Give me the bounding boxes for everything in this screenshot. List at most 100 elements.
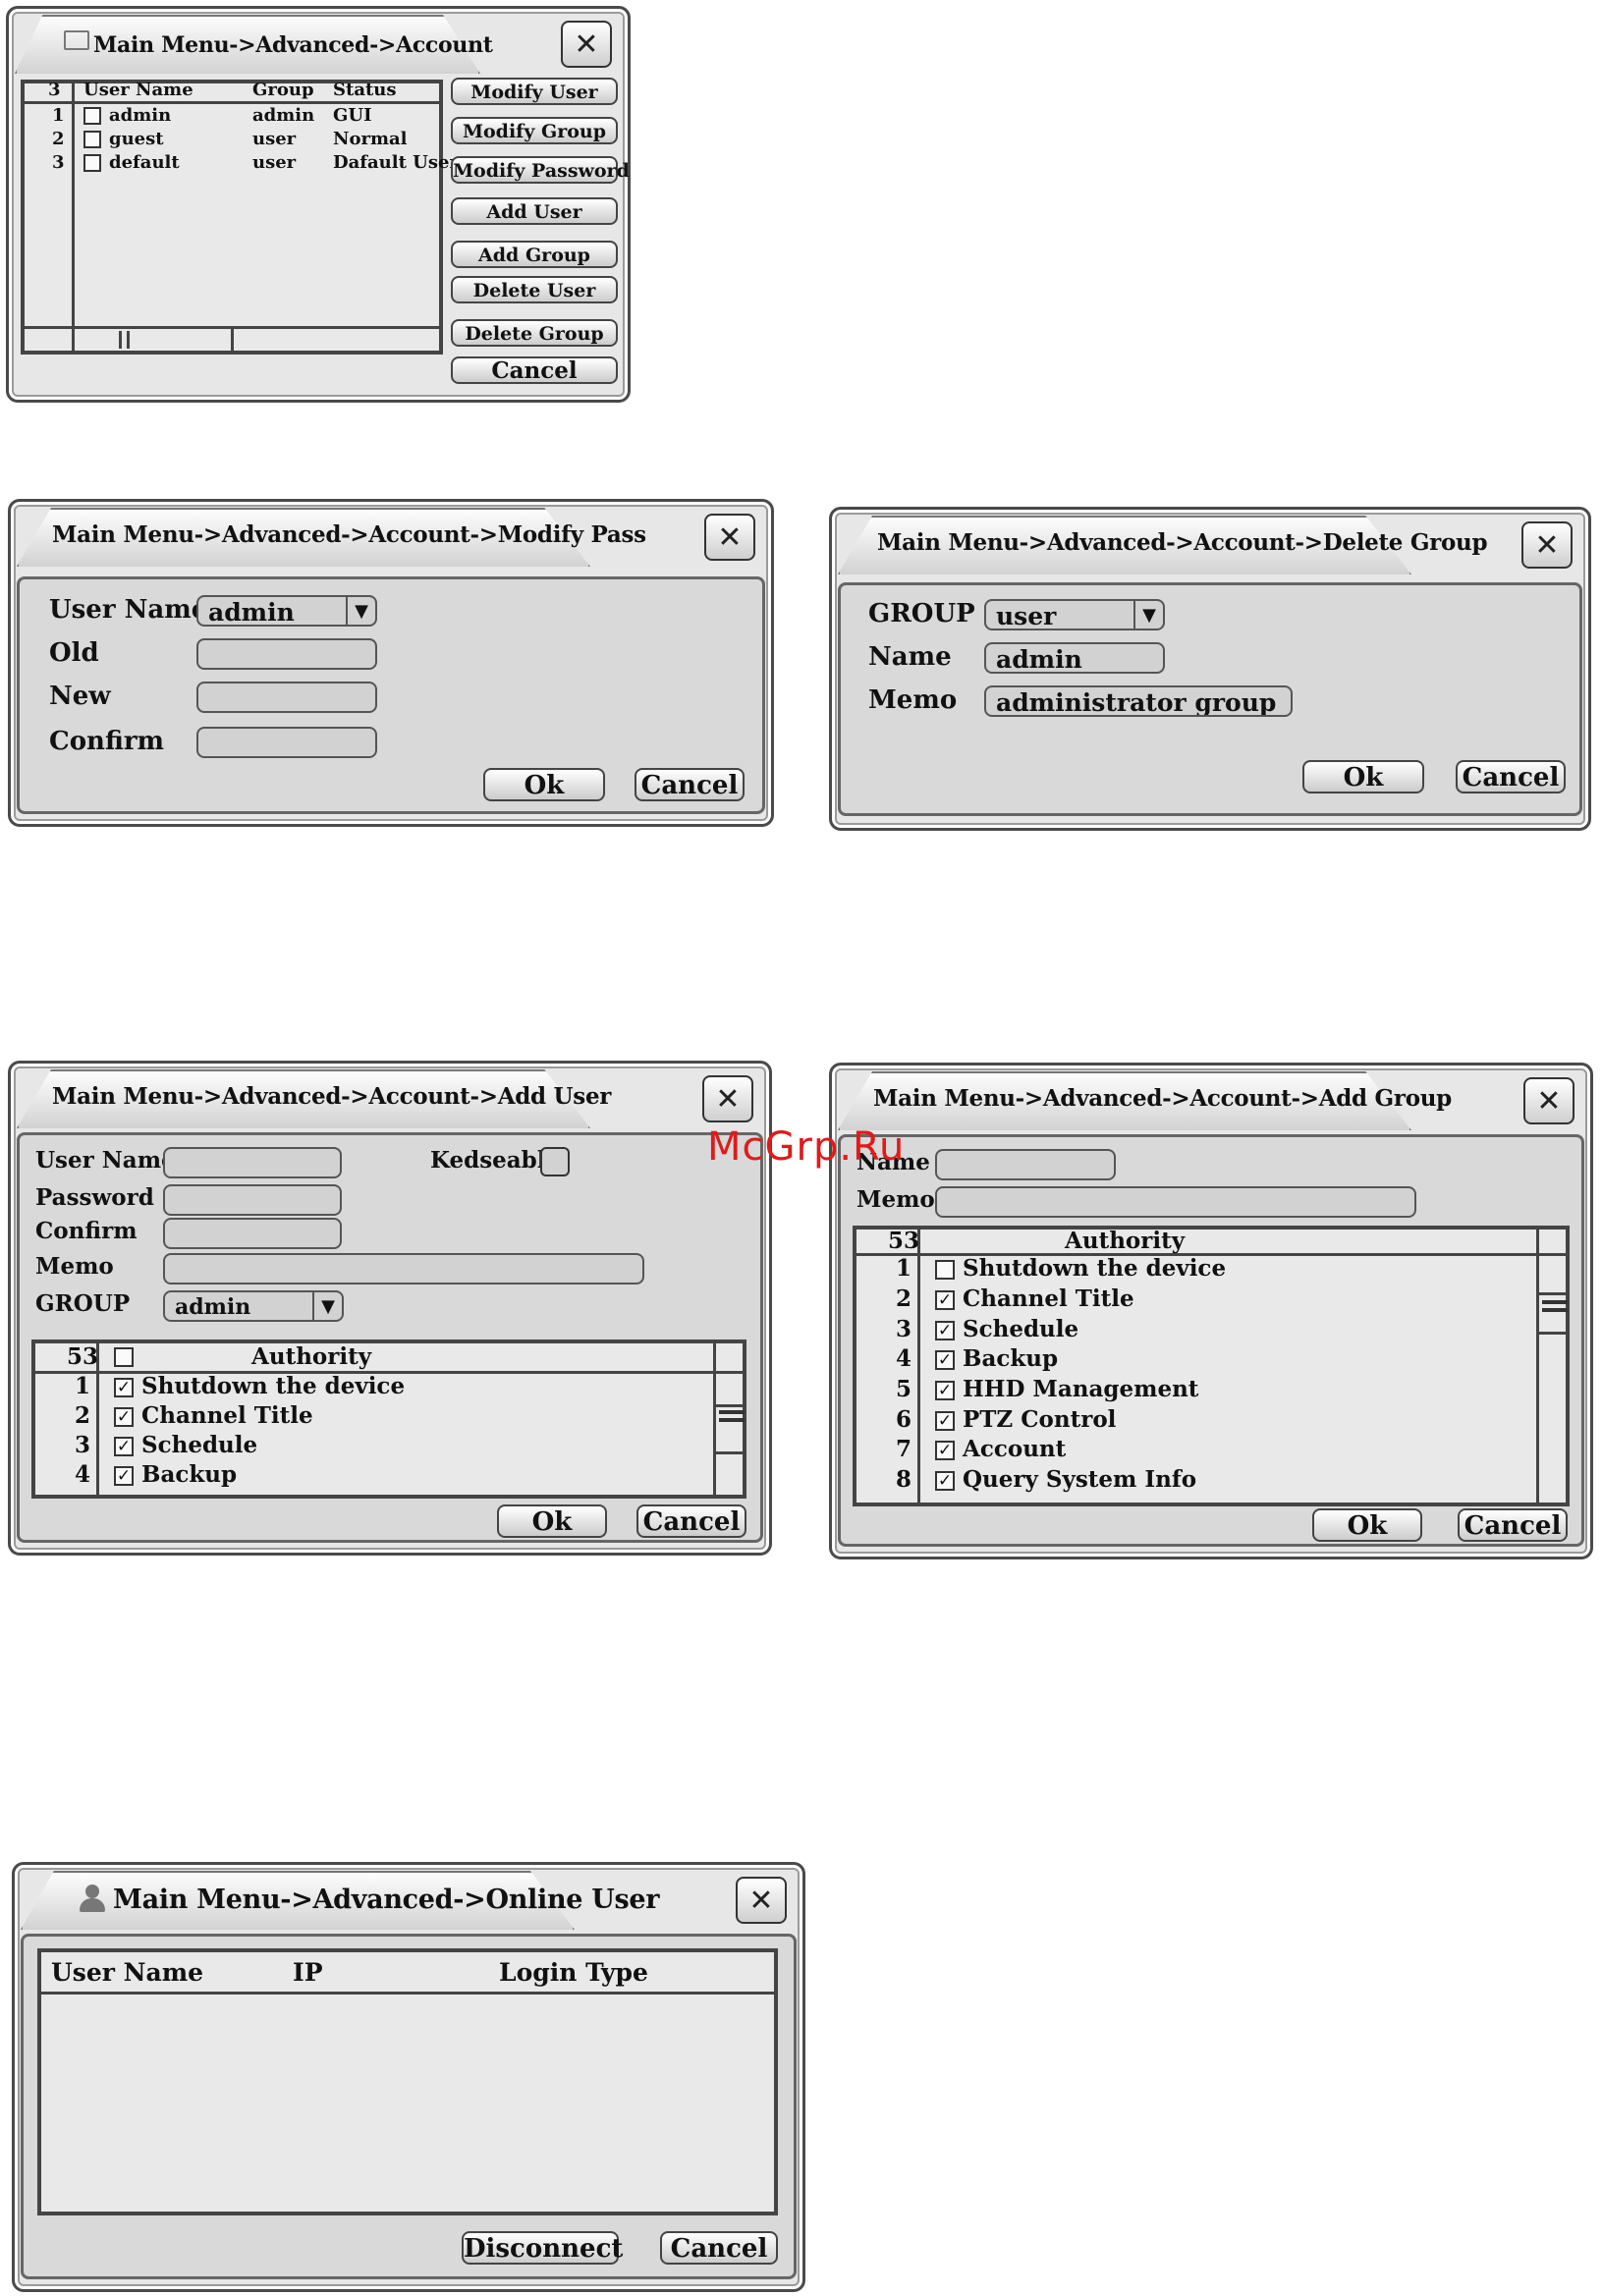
modify-password-button[interactable]: Modify Password <box>451 156 630 184</box>
cancel-button[interactable]: Cancel <box>660 2231 778 2265</box>
group-select[interactable]: admin ▼ <box>163 1290 344 1322</box>
confirm-password-field[interactable] <box>196 727 377 758</box>
confirm-field[interactable] <box>163 1218 342 1249</box>
row-num: 2 <box>52 129 65 149</box>
checkbox-icon[interactable]: ✓ <box>935 1441 955 1460</box>
user-name-label: User Name <box>35 1147 176 1174</box>
row-num: 2 <box>896 1285 912 1312</box>
title-bar: Main Menu->Advanced->Account->Add Group … <box>838 1071 1584 1130</box>
new-password-field[interactable] <box>196 682 377 713</box>
row-label: ✓ HHD Management <box>935 1376 1198 1402</box>
row-status: GUI <box>333 105 372 126</box>
window-title: Main Menu->Advanced->Account->Delete Gro… <box>877 529 1488 556</box>
checkbox-icon[interactable]: ✓ <box>935 1471 955 1491</box>
checkbox-icon[interactable]: ✓ <box>935 1411 955 1431</box>
confirm-label: Confirm <box>49 727 165 756</box>
modify-group-button[interactable]: Modify Group <box>451 117 618 144</box>
cancel-button[interactable]: Cancel <box>1456 760 1566 793</box>
checkbox-icon[interactable]: ✓ <box>935 1321 955 1340</box>
window-title: Main Menu->Advanced->Online User <box>113 1885 660 1915</box>
delete-user-button[interactable]: Delete User <box>451 276 618 303</box>
name-field[interactable] <box>935 1149 1116 1180</box>
modify-user-button[interactable]: Modify User <box>451 78 618 105</box>
cancel-button[interactable]: Cancel <box>1458 1508 1568 1542</box>
kedseable-checkbox[interactable] <box>540 1147 570 1176</box>
scroll-thumb[interactable] <box>719 1410 745 1414</box>
row-label: ✓ Backup <box>114 1461 237 1488</box>
watermark: McGrp.Ru <box>707 1124 906 1170</box>
row-label: ✓ Shutdown the device <box>114 1373 405 1399</box>
select-all-checkbox[interactable] <box>114 1347 134 1367</box>
memo-field[interactable] <box>163 1253 644 1285</box>
memo-label: Memo <box>35 1253 114 1280</box>
chevron-down-icon[interactable]: ▼ <box>312 1292 342 1320</box>
password-label: Password <box>35 1184 154 1211</box>
close-icon[interactable]: ✕ <box>702 1075 753 1122</box>
chevron-down-icon[interactable]: ▼ <box>1133 601 1163 629</box>
ok-button[interactable]: Ok <box>1312 1508 1422 1542</box>
row-group: user <box>252 152 297 173</box>
memo-label: Memo <box>856 1186 935 1213</box>
form-panel: Name Memo 53 Authority 1 Shutdown the de… <box>838 1134 1584 1547</box>
cancel-button[interactable]: Cancel <box>636 1504 746 1538</box>
online-user-window: Main Menu->Advanced->Online User ✕ User … <box>12 1862 805 2292</box>
add-user-button[interactable]: Add User <box>451 197 618 225</box>
row-count: 53 <box>67 1343 99 1370</box>
row-label: Shutdown the device <box>935 1255 1226 1282</box>
row-user: guest <box>83 129 164 149</box>
authority-table: 53 Authority 1 ✓ Shutdown the device 2 ✓ C… <box>31 1339 746 1499</box>
user-icon <box>78 1885 107 1914</box>
old-password-field[interactable] <box>196 638 377 670</box>
row-status: Dafault User <box>333 152 459 173</box>
row-count: 3 <box>48 80 61 100</box>
user-name-select[interactable]: admin ▼ <box>196 595 377 627</box>
row-user: admin <box>83 105 171 126</box>
name-label: Name <box>868 642 952 672</box>
row-group: user <box>252 129 297 149</box>
form-panel: User Name Kedseable Password Confirm Mem… <box>17 1132 763 1543</box>
checkbox-icon[interactable]: ✓ <box>114 1378 134 1397</box>
group-select[interactable]: user ▼ <box>984 599 1165 630</box>
row-num: 5 <box>896 1376 912 1402</box>
checkbox-icon[interactable]: ✓ <box>935 1350 955 1370</box>
close-icon[interactable]: ✕ <box>704 514 755 561</box>
user-name-field[interactable] <box>163 1147 342 1178</box>
checkbox-icon[interactable]: ✓ <box>114 1437 134 1456</box>
name-field[interactable]: admin <box>984 642 1165 674</box>
row-label: ✓ PTZ Control <box>935 1406 1116 1433</box>
memo-field[interactable] <box>935 1186 1416 1218</box>
checkbox-icon[interactable] <box>83 154 101 172</box>
row-label: ✓ Backup <box>935 1345 1058 1372</box>
folder-icon <box>64 30 89 50</box>
header-user-name: User Name <box>83 80 193 100</box>
user-name-label: User Name <box>49 595 208 625</box>
header-group: Group <box>252 80 314 100</box>
checkbox-icon[interactable]: ✓ <box>114 1407 134 1427</box>
close-icon[interactable]: ✕ <box>1521 521 1573 569</box>
password-field[interactable] <box>163 1184 342 1216</box>
checkbox-icon[interactable]: ✓ <box>935 1381 955 1400</box>
scroll-thumb[interactable] <box>1542 1300 1568 1304</box>
row-label: ✓ Query System Info <box>935 1466 1196 1493</box>
ok-button[interactable]: Ok <box>483 768 605 801</box>
checkbox-icon[interactable]: ✓ <box>114 1466 134 1486</box>
checkbox-icon[interactable] <box>935 1260 955 1280</box>
cancel-button[interactable]: Cancel <box>635 768 745 801</box>
cancel-button[interactable]: Cancel <box>451 356 618 384</box>
ok-button[interactable]: Ok <box>497 1504 607 1538</box>
close-icon[interactable]: ✕ <box>736 1877 787 1924</box>
close-icon[interactable]: ✕ <box>561 21 612 68</box>
checkbox-icon[interactable] <box>83 131 101 148</box>
checkbox-icon[interactable] <box>83 107 101 125</box>
chevron-down-icon[interactable]: ▼ <box>346 597 375 625</box>
checkbox-icon[interactable]: ✓ <box>935 1290 955 1310</box>
disconnect-button[interactable]: Disconnect <box>462 2231 623 2265</box>
add-user-window: Main Menu->Advanced->Account->Add User ✕… <box>8 1061 772 1556</box>
memo-field[interactable]: administrator group <box>984 685 1293 717</box>
row-num: 3 <box>52 152 65 173</box>
add-group-button[interactable]: Add Group <box>451 241 618 268</box>
delete-group-button[interactable]: Delete Group <box>451 319 618 347</box>
row-status: Normal <box>333 129 408 149</box>
ok-button[interactable]: Ok <box>1302 760 1424 793</box>
close-icon[interactable]: ✕ <box>1523 1077 1574 1124</box>
